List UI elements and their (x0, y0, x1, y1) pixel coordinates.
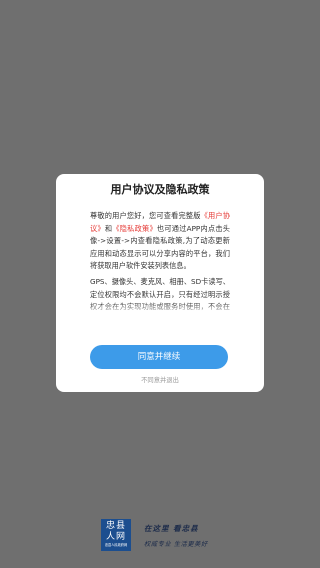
dialog-title: 用户协议及隐私政策 (110, 183, 210, 196)
logo-text-line1: 忠县 (105, 521, 126, 531)
logo-text-line3: 忠县人民政府网 (104, 543, 128, 547)
footer-slogan-2: 权威专业 生活更美好 (144, 541, 208, 548)
decline-exit-link[interactable]: 不同意并退出 (56, 375, 264, 384)
logo-text-line2: 人网 (105, 532, 126, 542)
footer-slogan-1: 在这里 看忠县 (144, 524, 199, 533)
body-paragraph-1: 尊敬的用户您好，您可查看完整版《用户协议》和《隐私政策》也可通过APP内点击头像… (90, 210, 230, 273)
agree-continue-button[interactable]: 同意并继续 (90, 345, 228, 369)
scroll-fade (90, 302, 230, 316)
body-text: 尊敬的用户您好，您可查看完整版 (90, 211, 201, 220)
privacy-policy-link[interactable]: 《隐私政策》 (112, 224, 157, 233)
app-logo: 忠县 人网 忠县人民政府网 (101, 519, 131, 551)
dialog-body: 尊敬的用户您好，您可查看完整版《用户协议》和《隐私政策》也可通过APP内点击头像… (90, 210, 230, 314)
